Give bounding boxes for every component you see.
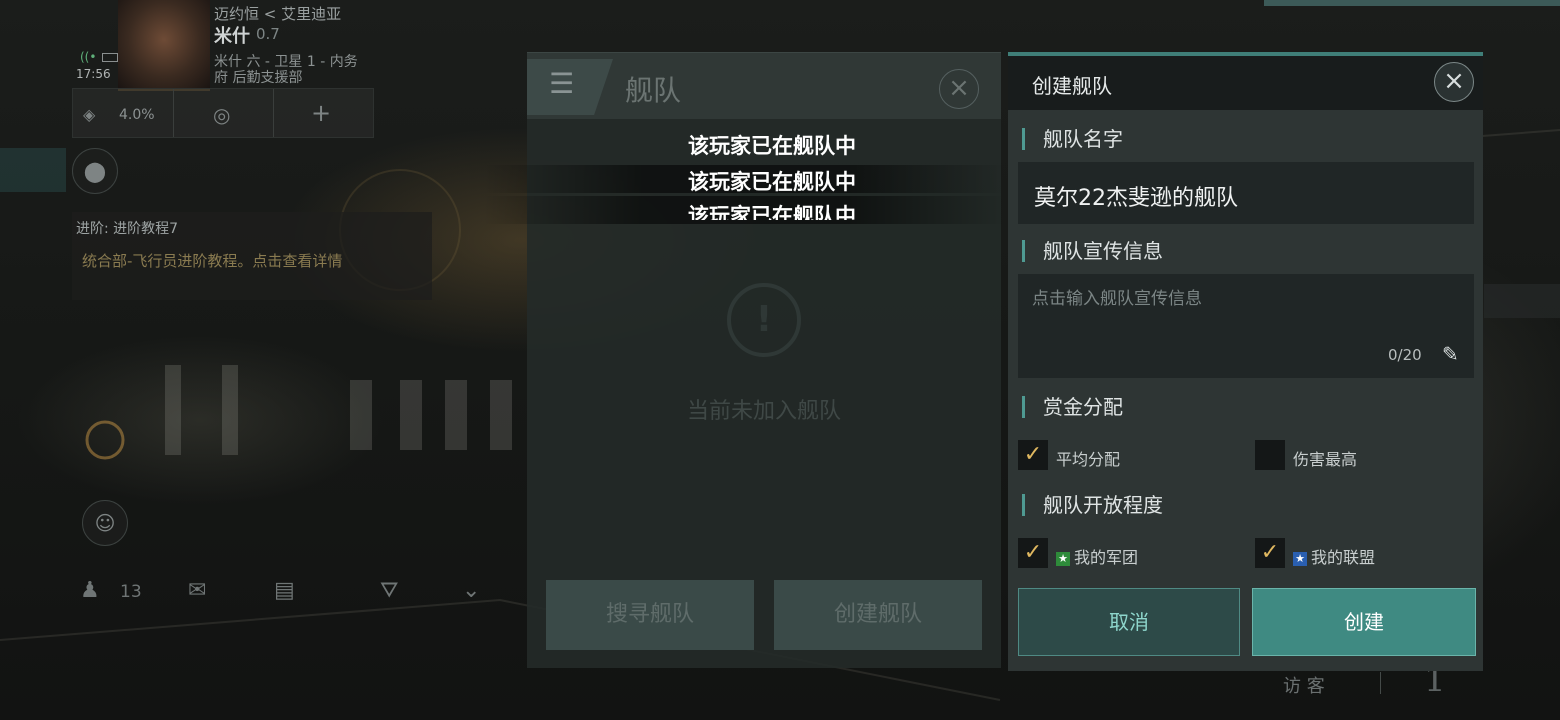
corp-star-icon: ★ xyxy=(1056,552,1070,566)
checkmark-icon: ✓ xyxy=(1023,442,1043,467)
location-pin-icon: ⬤ xyxy=(83,159,107,183)
info-icon: ! xyxy=(727,283,801,357)
mission-description: 统合部-飞行员进阶教程。点击查看详情 xyxy=(82,252,343,270)
chat-icon[interactable]: ▤ xyxy=(274,578,295,603)
bounty-damage-label[interactable]: 伤害最高 xyxy=(1293,446,1357,470)
mission-tracker[interactable]: 进阶: 进阶教程7 统合部-飞行员进阶教程。点击查看详情 xyxy=(72,212,432,300)
open-corp-text: 我的军团 xyxy=(1074,548,1139,567)
ship-status-bar: ◈ 4.0% ◎ + xyxy=(72,88,374,138)
fleet-empty-text: 当前未加入舰队 xyxy=(686,399,841,424)
toast-clip: 该玩家已在舰队中 xyxy=(483,128,1008,156)
add-slot-cell[interactable]: + xyxy=(273,89,373,137)
bounty-damage-checkbox[interactable] xyxy=(1255,440,1285,470)
divider xyxy=(1380,672,1381,694)
cargo-percent: 4.0% xyxy=(119,107,155,123)
wifi-icon: ((• xyxy=(80,50,97,64)
right-side-tab[interactable] xyxy=(1484,284,1560,318)
toast-message: 该玩家已在舰队中 xyxy=(688,204,856,220)
close-icon: × xyxy=(1443,66,1465,96)
alliance-star-icon: ★ xyxy=(1293,552,1307,566)
checkmark-icon: ✓ xyxy=(1260,540,1280,565)
toast-clip: 该玩家已在舰队中 xyxy=(483,200,1008,220)
open-alliance-label[interactable]: ★ 我的联盟 xyxy=(1293,544,1375,568)
location-pin-button[interactable]: ⬤ xyxy=(72,148,118,194)
fleet-name-label: 舰队名字 xyxy=(1022,128,1123,150)
pilot-portrait[interactable] xyxy=(118,0,210,91)
mission-title: 进阶: 进阶教程7 xyxy=(76,221,179,237)
cargo-icon: ◈ xyxy=(83,105,96,124)
fleet-panel-close-button[interactable]: × xyxy=(939,69,979,109)
open-alliance-checkbox[interactable]: ✓ xyxy=(1255,538,1285,568)
fleet-name-value: 莫尔22杰斐逊的舰队 xyxy=(1034,186,1238,211)
fleet-panel-header: ☰ 舰队 × xyxy=(527,53,1001,119)
dialog-title: 创建舰队 xyxy=(1032,74,1112,98)
dialog-close-button[interactable]: × xyxy=(1434,62,1474,102)
fleet-promo-input[interactable]: 点击输入舰队宣传信息 0/20 ✎ xyxy=(1018,274,1474,378)
toast-message: 该玩家已在舰队中 xyxy=(688,170,856,194)
cargo-cell[interactable]: ◈ 4.0% xyxy=(73,89,174,137)
dialog-header: 创建舰队 × xyxy=(1008,56,1483,110)
bounty-even-label[interactable]: 平均分配 xyxy=(1056,446,1120,470)
chevron-down-icon[interactable]: ⌄ xyxy=(462,578,480,603)
menu-icon: ☰ xyxy=(549,67,575,100)
security-status: 0.7 xyxy=(256,25,280,43)
location-title[interactable]: 迈约恒 < 艾里迪亚 xyxy=(214,3,341,24)
promo-placeholder: 点击输入舰队宣传信息 xyxy=(1032,289,1202,309)
filter-icon[interactable]: ⛛ xyxy=(380,578,398,603)
local-count: 13 xyxy=(120,582,142,602)
fleet-promo-label: 舰队宣传信息 xyxy=(1022,240,1163,262)
fleet-menu-button[interactable]: ☰ xyxy=(527,59,613,115)
bounty-even-checkbox[interactable]: ✓ xyxy=(1018,440,1048,470)
create-fleet-dialog: 创建舰队 × 舰队名字 莫尔22杰斐逊的舰队 舰队宣传信息 点击输入舰队宣传信息… xyxy=(1008,52,1483,671)
top-right-strip xyxy=(1264,0,1560,6)
edit-icon[interactable]: ✎ xyxy=(1442,342,1459,366)
visitor-label: 访 客 xyxy=(1283,676,1325,697)
open-corp-label[interactable]: ★ 我的军团 xyxy=(1056,544,1138,568)
open-level-label: 舰队开放程度 xyxy=(1022,494,1163,516)
local-chat-icon[interactable]: ♟ xyxy=(80,578,100,603)
toast-message: 该玩家已在舰队中 xyxy=(688,134,856,156)
system-name[interactable]: 米什 xyxy=(214,22,250,48)
search-fleet-button[interactable]: 搜寻舰队 xyxy=(546,580,754,650)
person-icon: ☺ xyxy=(94,511,116,535)
open-corp-checkbox[interactable]: ✓ xyxy=(1018,538,1048,568)
create-button[interactable]: 创建 xyxy=(1252,588,1476,656)
fleet-panel-title: 舰队 xyxy=(625,74,682,107)
station-line-2: 府 后勤支援部 xyxy=(214,70,303,86)
create-fleet-open-button[interactable]: 创建舰队 xyxy=(774,580,982,650)
checkmark-icon: ✓ xyxy=(1023,540,1043,565)
pilot-button[interactable]: ☺ xyxy=(82,500,128,546)
battery-icon xyxy=(102,53,118,62)
fleet-name-input[interactable]: 莫尔22杰斐逊的舰队 xyxy=(1018,162,1474,224)
drone-cell[interactable]: ◎ xyxy=(173,89,274,137)
plus-icon: + xyxy=(311,99,332,127)
close-icon: × xyxy=(948,73,970,103)
clock-time: 17:56 xyxy=(76,67,111,81)
drone-icon: ◎ xyxy=(213,103,231,127)
bounty-label: 赏金分配 xyxy=(1022,396,1123,418)
side-tab[interactable] xyxy=(0,148,66,192)
open-alliance-text: 我的联盟 xyxy=(1311,548,1376,567)
mail-icon[interactable]: ✉ xyxy=(188,578,206,603)
promo-char-counter: 0/20 xyxy=(1388,346,1422,364)
cancel-button[interactable]: 取消 xyxy=(1018,588,1240,656)
